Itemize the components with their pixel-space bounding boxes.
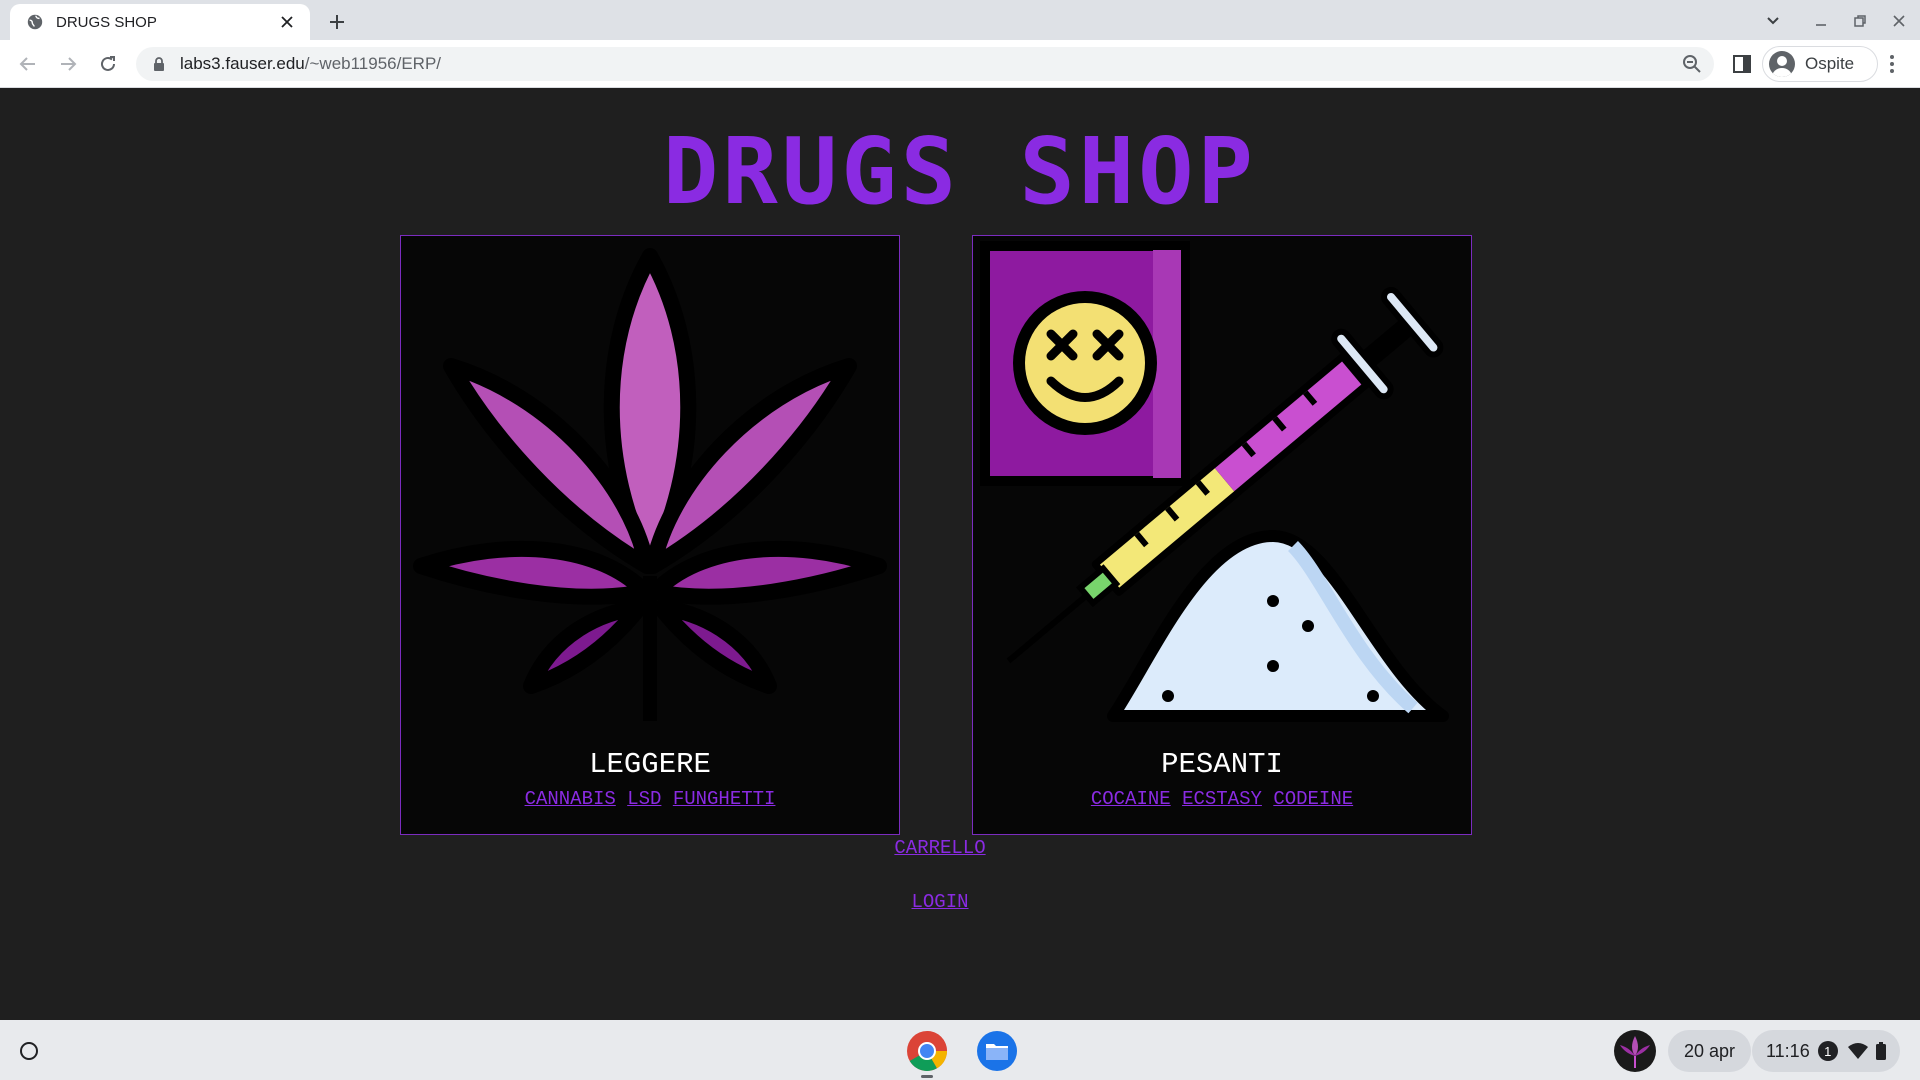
site-logo: DRUGS SHOP xyxy=(663,118,1257,225)
wifi-icon xyxy=(1847,1043,1868,1059)
date-text: 20 apr xyxy=(1684,1040,1736,1061)
category-links: COCAINE ECSTASY CODEINE xyxy=(973,788,1471,810)
minimize-icon[interactable] xyxy=(1806,8,1836,34)
category-card-leggere[interactable]: LEGGERE CANNABIS LSD FUNGHETTI xyxy=(400,235,900,835)
notification-badge: 1 xyxy=(1817,1041,1838,1061)
cannabis-leaf-icon xyxy=(413,248,887,721)
category-title: PESANTI xyxy=(1161,748,1283,781)
reload-icon[interactable] xyxy=(94,50,122,78)
browser-tab[interactable]: DRUGS SHOP xyxy=(10,4,310,40)
system-shelf: 20 apr 11:16 1 xyxy=(0,1020,1920,1080)
side-panel-icon[interactable] xyxy=(1730,52,1754,76)
tab-search-icon[interactable] xyxy=(1758,8,1788,34)
link-lsd[interactable]: LSD xyxy=(627,788,661,810)
logo-text: DRUGS SHOP xyxy=(663,118,1257,225)
profile-button[interactable]: Ospite xyxy=(1762,46,1878,82)
time-text: 11:16 xyxy=(1766,1040,1810,1061)
restore-icon[interactable] xyxy=(1845,8,1875,34)
drugs-syringe-icon xyxy=(980,241,1449,722)
address-bar[interactable]: labs3.fauser.edu/~web11956/ERP/ xyxy=(136,47,1714,81)
guest-avatar-icon xyxy=(1769,51,1795,77)
cart-link[interactable]: CARRELLO xyxy=(894,837,985,859)
link-cocaine[interactable]: COCAINE xyxy=(1091,788,1171,810)
url-path: /~web11956/ERP/ xyxy=(304,54,442,73)
close-window-icon[interactable] xyxy=(1884,8,1914,34)
back-icon[interactable] xyxy=(14,50,42,78)
login-link[interactable]: LOGIN xyxy=(911,891,968,913)
profile-label: Ospite xyxy=(1805,54,1855,73)
browser-toolbar: labs3.fauser.edu/~web11956/ERP/ Ospite xyxy=(0,40,1920,88)
user-avatar[interactable] xyxy=(1614,1030,1656,1072)
new-tab-button[interactable] xyxy=(322,8,352,36)
close-tab-icon[interactable] xyxy=(276,11,298,33)
url-host: labs3.fauser.edu xyxy=(180,54,305,73)
tab-strip: DRUGS SHOP xyxy=(0,0,1920,40)
date-pill[interactable]: 20 apr xyxy=(1668,1030,1752,1072)
globe-icon xyxy=(27,14,43,30)
chrome-icon[interactable] xyxy=(904,1028,950,1078)
category-title: LEGGERE xyxy=(589,748,711,781)
forward-icon[interactable] xyxy=(54,50,82,78)
link-funghetti[interactable]: FUNGHETTI xyxy=(673,788,776,810)
files-icon[interactable] xyxy=(974,1028,1020,1074)
page-content: DRUGS SHOP LEGGERE CANNABIS LSD FUNGHETT… xyxy=(0,89,1920,1020)
link-ecstasy[interactable]: ECSTASY xyxy=(1182,788,1262,810)
category-links: CANNABIS LSD FUNGHETTI xyxy=(401,788,899,810)
zoom-icon[interactable] xyxy=(1682,54,1702,74)
running-indicator xyxy=(921,1075,933,1078)
lock-icon xyxy=(154,57,164,71)
category-card-pesanti[interactable]: PESANTI COCAINE ECSTASY CODEINE xyxy=(972,235,1472,835)
battery-icon xyxy=(1875,1042,1886,1060)
link-codeine[interactable]: CODEINE xyxy=(1273,788,1353,810)
menu-icon[interactable] xyxy=(1880,52,1904,76)
tab-title: DRUGS SHOP xyxy=(56,13,157,31)
launcher-icon[interactable] xyxy=(12,1034,46,1068)
link-cannabis[interactable]: CANNABIS xyxy=(525,788,616,810)
status-area[interactable]: 11:16 1 xyxy=(1752,1030,1900,1072)
